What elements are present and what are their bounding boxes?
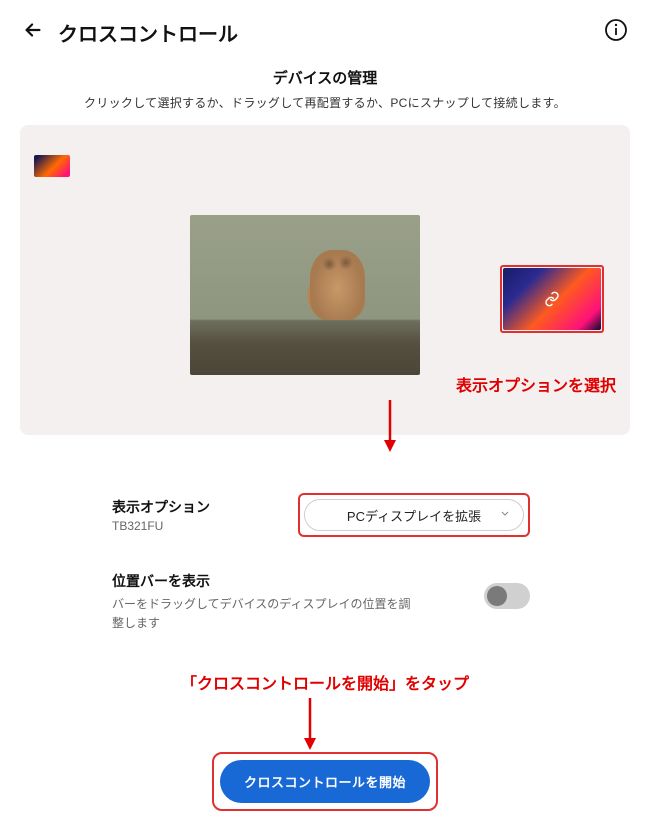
subheader: デバイスの管理 クリックして選択するか、ドラッグして再配置するか、PCにスナップ…	[0, 67, 650, 111]
position-bar-description: バーをドラッグしてデバイスのディスプレイの位置を調整します	[112, 595, 412, 633]
device-name: TB321FU	[112, 519, 210, 533]
start-cross-control-button[interactable]: クロスコントロールを開始	[220, 760, 430, 803]
tablet-screen-preview	[503, 268, 601, 330]
primary-display-preview[interactable]	[190, 215, 420, 375]
annotation-arrow-1-icon	[380, 398, 400, 454]
display-options-select[interactable]: PCディスプレイを拡張	[304, 499, 524, 531]
display-options-label: 表示オプション	[112, 497, 210, 517]
display-options-text: 表示オプション TB321FU	[112, 497, 210, 533]
secondary-display-thumbnail[interactable]	[34, 155, 70, 177]
back-arrow-icon[interactable]	[22, 19, 44, 46]
annotation-tap-start: 「クロスコントロールを開始」をタップ	[181, 670, 469, 694]
connected-tablet-device[interactable]	[500, 265, 604, 333]
display-options-highlight: PCディスプレイを拡張	[298, 493, 530, 537]
page-title: クロスコントロール	[58, 18, 238, 47]
display-options-row: 表示オプション TB321FU PCディスプレイを拡張	[112, 493, 530, 537]
chevron-down-icon	[499, 508, 511, 523]
start-button-highlight: クロスコントロールを開始	[212, 752, 438, 811]
page-header: クロスコントロール	[0, 0, 650, 57]
annotation-arrow-2-icon	[300, 696, 320, 752]
display-options-selected-value: PCディスプレイを拡張	[347, 506, 481, 525]
position-bar-text: 位置バーを表示 バーをドラッグしてデバイスのディスプレイの位置を調整します	[112, 571, 412, 633]
subheader-title: デバイスの管理	[0, 67, 650, 88]
toggle-knob	[487, 586, 507, 606]
subheader-description: クリックして選択するか、ドラッグして再配置するか、PCにスナップして接続します。	[0, 94, 650, 111]
info-icon[interactable]	[604, 18, 628, 47]
annotation-select-option: 表示オプションを選択	[456, 372, 616, 396]
position-bar-toggle[interactable]	[484, 583, 530, 609]
position-bar-label: 位置バーを表示	[112, 571, 412, 591]
header-left: クロスコントロール	[22, 18, 238, 47]
link-icon	[544, 291, 560, 307]
position-bar-row: 位置バーを表示 バーをドラッグしてデバイスのディスプレイの位置を調整します	[112, 571, 530, 633]
